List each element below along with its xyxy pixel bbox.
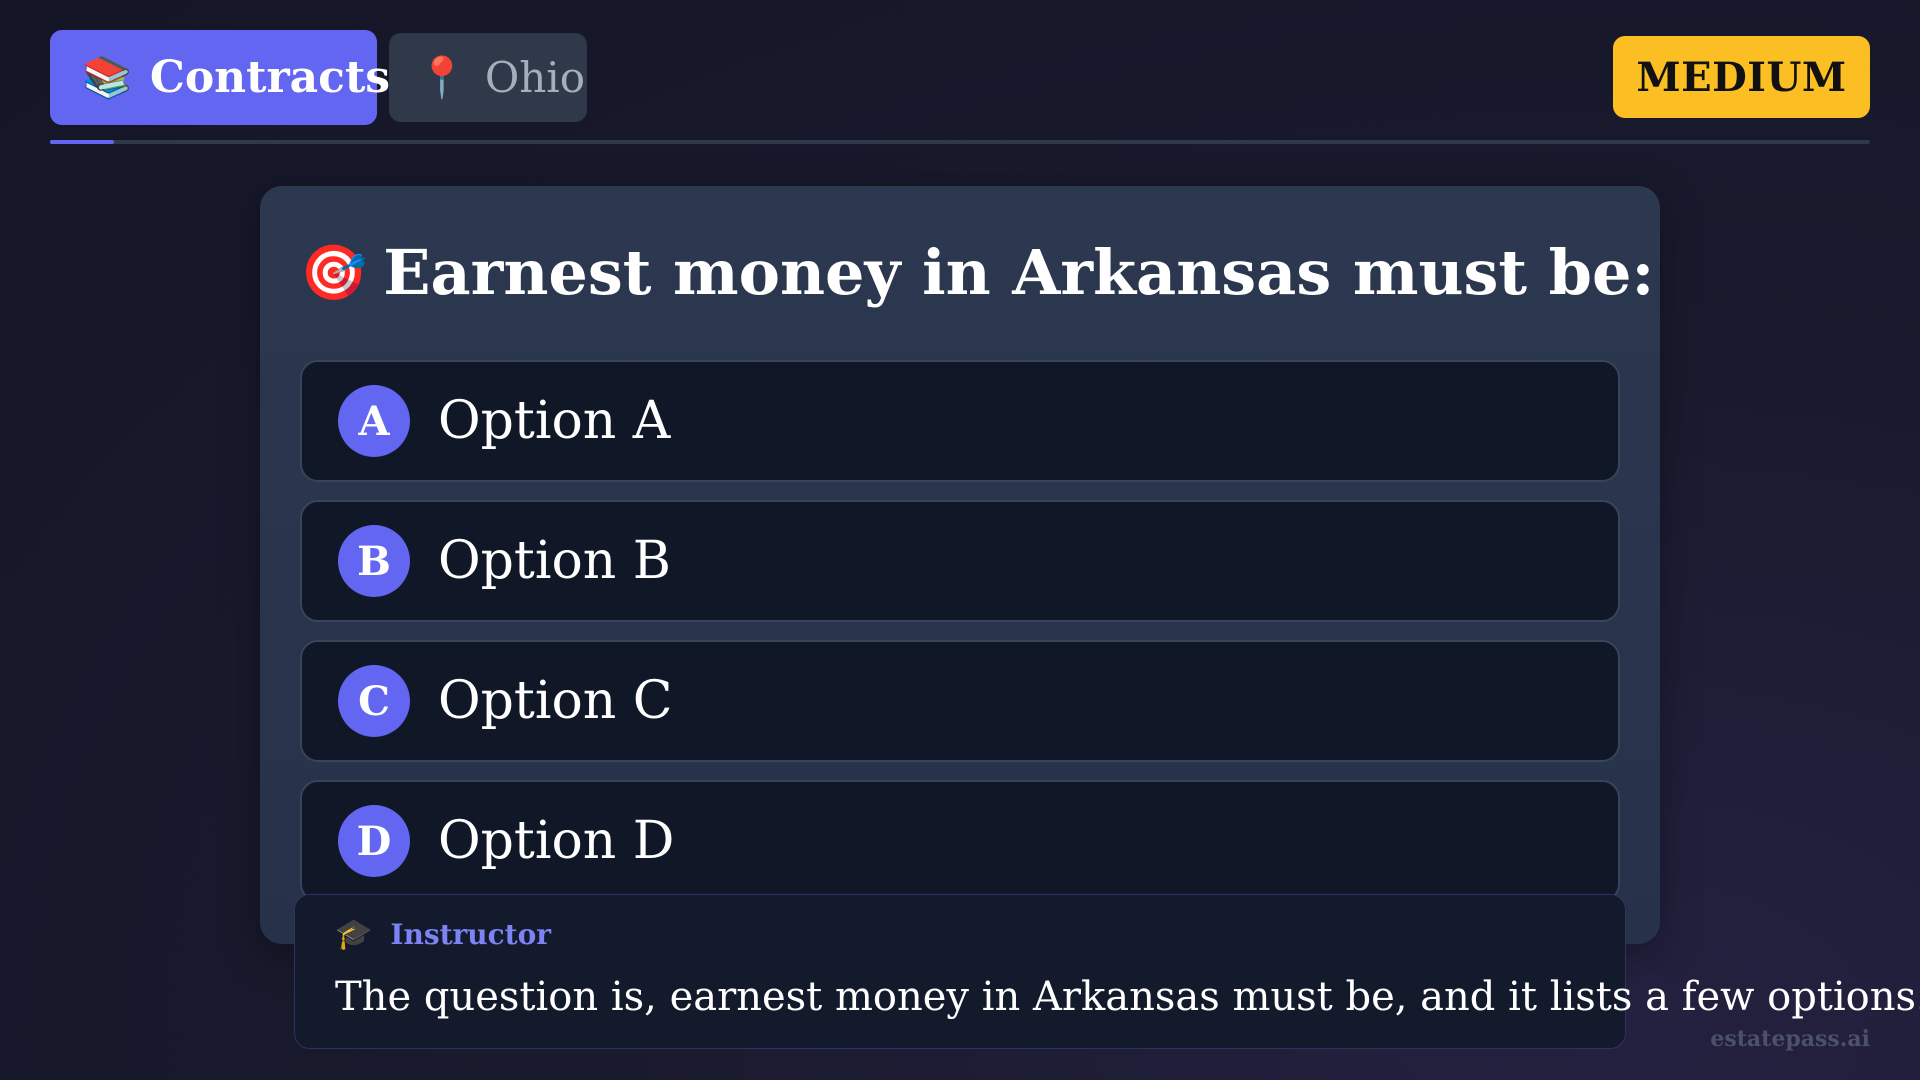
option-text: Option C — [438, 671, 673, 731]
instructor-caption: 🎓 Instructor The question is, earnest mo… — [294, 894, 1920, 1049]
target-icon: 🎯 — [300, 240, 368, 304]
option-letter-badge: C — [338, 665, 410, 737]
question-text: Earnest money in Arkansas must be: — [383, 236, 1655, 309]
location-label: Ohio — [484, 53, 586, 102]
option-d[interactable]: D Option D — [300, 780, 1620, 902]
option-b[interactable]: B Option B — [300, 500, 1620, 622]
option-letter-badge: B — [338, 525, 410, 597]
location-pill[interactable]: 📍 Ohio — [389, 33, 587, 122]
option-c[interactable]: C Option C — [300, 640, 1620, 762]
category-label: Contracts — [149, 52, 391, 103]
watermark: estatepass.ai — [1710, 1026, 1870, 1052]
option-a[interactable]: A Option A — [300, 360, 1620, 482]
instructor-text: The question is, earnest money in Arkans… — [335, 974, 1920, 1020]
pin-icon: 📍 — [417, 54, 467, 101]
progress-bar — [50, 140, 1870, 144]
question-card: 🎯 Earnest money in Arkansas must be: A O… — [260, 186, 1660, 944]
difficulty-badge: MEDIUM — [1613, 36, 1870, 118]
option-text: Option A — [438, 391, 671, 451]
question-title: 🎯 Earnest money in Arkansas must be: — [300, 236, 1654, 309]
option-text: Option D — [438, 811, 675, 871]
instructor-label: Instructor — [390, 918, 552, 951]
instructor-header: 🎓 Instructor — [335, 917, 1585, 952]
category-pill[interactable]: 📚 Contracts — [50, 30, 390, 125]
top-bar: 📚 Contracts 📍 Ohio MEDIUM — [50, 30, 1870, 125]
option-letter-badge: A — [338, 385, 410, 457]
option-text: Option B — [438, 531, 671, 591]
option-letter-badge: D — [338, 805, 410, 877]
graduation-cap-icon: 🎓 — [335, 917, 373, 952]
books-icon: 📚 — [82, 53, 132, 101]
progress-fill — [50, 140, 114, 144]
